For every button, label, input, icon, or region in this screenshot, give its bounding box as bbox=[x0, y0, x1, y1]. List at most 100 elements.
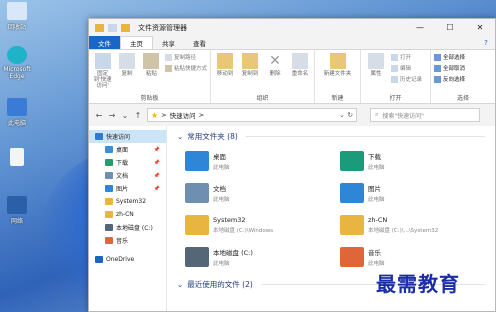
open-button[interactable]: 打开 bbox=[391, 53, 422, 61]
folder-icon bbox=[185, 150, 209, 171]
paste-shortcut-icon bbox=[164, 64, 172, 72]
ribbon-group-select: 全部选择 全部取消 反向选择 选择 bbox=[431, 50, 495, 103]
tab-share[interactable]: 共享 bbox=[153, 36, 184, 49]
rename-button[interactable]: 重命名 bbox=[289, 53, 311, 93]
desktop-icon-network[interactable]: 网络 bbox=[0, 196, 34, 225]
frequent-folders-grid: 桌面 此电脑 下载 此电脑 文档 此电脑 图片 此电脑 System32 本地磁盘 (C:)\Wi… bbox=[177, 142, 485, 278]
desktop-icon-recycle-bin[interactable]: 回收站 bbox=[0, 2, 34, 31]
copy-button[interactable]: 复制 bbox=[116, 53, 137, 93]
folder-location: 此电脑 bbox=[368, 164, 385, 171]
folder-icon bbox=[105, 146, 113, 153]
new-folder-button[interactable]: 新建文件夹 bbox=[322, 53, 354, 93]
sidebar-item-label: System32 bbox=[116, 198, 147, 205]
edit-button[interactable]: 编辑 bbox=[391, 64, 422, 72]
edit-icon bbox=[391, 64, 398, 72]
move-to-icon bbox=[217, 53, 233, 69]
sidebar-item[interactable]: 本地磁盘 (C:) bbox=[89, 221, 166, 234]
invert-selection-button[interactable]: 反向选择 bbox=[434, 75, 465, 83]
sidebar-item-label: 音乐 bbox=[116, 238, 129, 245]
frequent-folders-header[interactable]: ⌄ 常用文件夹 (8) bbox=[177, 130, 485, 142]
folder-icon bbox=[340, 182, 364, 203]
maximize-button[interactable]: ☐ bbox=[435, 19, 465, 36]
sidebar-item[interactable]: 音乐 bbox=[89, 234, 166, 247]
address-box[interactable]: ★ > 快速访问 > ⌄ ↻ bbox=[147, 108, 357, 122]
folder-tile[interactable]: zh-CN 本地磁盘 (C:)\...\System32 bbox=[340, 211, 485, 238]
help-button[interactable]: ? bbox=[477, 36, 495, 49]
minimize-button[interactable]: — bbox=[405, 19, 435, 36]
sidebar-item[interactable]: 文档 📌 bbox=[89, 169, 166, 182]
search-input[interactable]: ⌕ 搜索"快速访问" bbox=[370, 108, 480, 122]
copy-to-button[interactable]: 复制到 bbox=[239, 53, 261, 93]
sidebar-item-label: 文档 bbox=[116, 173, 129, 180]
copy-path-icon bbox=[164, 53, 172, 61]
properties-icon[interactable] bbox=[108, 23, 117, 32]
sidebar-item[interactable]: OneDrive bbox=[89, 253, 166, 266]
sidebar-item[interactable]: 快速访问 bbox=[89, 130, 166, 143]
sidebar-item[interactable]: System32 bbox=[89, 195, 166, 208]
recent-files-title: 最近使用的文件 (2) bbox=[187, 279, 253, 289]
select-all-button[interactable]: 全部选择 bbox=[434, 53, 465, 61]
history-label: 历史记录 bbox=[400, 77, 423, 83]
desktop-icon-computer[interactable]: 此电脑 bbox=[0, 98, 34, 127]
quick-access-toolbar bbox=[89, 23, 130, 32]
folder-tile[interactable]: 桌面 此电脑 bbox=[185, 147, 330, 174]
folder-location: 此电脑 bbox=[368, 260, 385, 267]
folder-icon bbox=[340, 214, 364, 235]
paste-button[interactable]: 粘贴 bbox=[141, 53, 162, 93]
folder-tile[interactable]: 音乐 此电脑 bbox=[340, 243, 485, 270]
pin-label: 固定到'快速访问' bbox=[93, 71, 112, 90]
folder-tile[interactable]: 图片 此电脑 bbox=[340, 179, 485, 206]
new-folder-icon[interactable] bbox=[121, 23, 130, 32]
recent-locations-chevron-icon[interactable]: ⌄ bbox=[121, 111, 129, 120]
tab-file[interactable]: 文件 bbox=[89, 36, 120, 49]
sidebar-item[interactable]: 桌面 📌 bbox=[89, 143, 166, 156]
folder-icon bbox=[185, 182, 209, 203]
paste-shortcut-button[interactable]: 粘贴快捷方式 bbox=[164, 64, 207, 72]
tab-view[interactable]: 查看 bbox=[184, 36, 215, 49]
sidebar-item-label: 快速访问 bbox=[106, 134, 131, 141]
folder-icon bbox=[185, 214, 209, 235]
copy-path-button[interactable]: 复制路径 bbox=[164, 53, 207, 61]
tab-home[interactable]: 主页 bbox=[120, 36, 153, 49]
search-icon: ⌕ bbox=[375, 111, 379, 118]
up-arrow-icon[interactable]: ↑ bbox=[134, 111, 142, 120]
move-to-button[interactable]: 移动到 bbox=[214, 53, 236, 93]
close-button[interactable]: ✕ bbox=[465, 19, 495, 36]
folder-tile[interactable]: 文档 此电脑 bbox=[185, 179, 330, 206]
folder-icon bbox=[105, 237, 113, 244]
group-label-open: 打开 bbox=[389, 95, 402, 102]
desktop-icon-edge[interactable]: Microsoft Edge bbox=[0, 46, 34, 80]
ribbon-group-organize: 移动到 复制到 ✕ 删除 重命名 组织 bbox=[211, 50, 315, 103]
delete-label: 删除 bbox=[269, 71, 281, 77]
pin-icon: 📌 bbox=[153, 185, 160, 192]
desktop-icon-document[interactable] bbox=[0, 148, 34, 168]
collapse-chevron-icon: ⌄ bbox=[177, 131, 184, 141]
folder-icon bbox=[185, 246, 209, 267]
sidebar-item[interactable]: 下载 📌 bbox=[89, 156, 166, 169]
address-dropdown-chevron-icon[interactable]: ⌄ bbox=[339, 111, 344, 119]
folder-tile[interactable]: System32 本地磁盘 (C:)\Windows bbox=[185, 211, 330, 238]
properties-button[interactable]: 属性 bbox=[364, 53, 388, 93]
group-label-organize: 组织 bbox=[256, 95, 269, 102]
paste-shortcut-label: 粘贴快捷方式 bbox=[173, 66, 207, 72]
folder-name: 文档 bbox=[213, 184, 226, 193]
desktop-icon-label: 网络 bbox=[10, 218, 23, 225]
folder-icon bbox=[105, 198, 113, 205]
folder-tile[interactable]: 本地磁盘 (C:) 此电脑 bbox=[185, 243, 330, 270]
folder-tile[interactable]: 下载 此电脑 bbox=[340, 147, 485, 174]
address-path: 快速访问 bbox=[169, 112, 196, 120]
history-button[interactable]: 历史记录 bbox=[391, 75, 422, 83]
delete-button[interactable]: ✕ 删除 bbox=[264, 53, 286, 93]
ribbon-group-clipboard: 固定到'快速访问' 复制 粘贴 复制路径 粘贴快捷方式 剪贴板 bbox=[89, 50, 211, 103]
pin-quick-access-button[interactable]: 固定到'快速访问' bbox=[92, 53, 113, 93]
ribbon-group-new: 新建文件夹 新建 bbox=[315, 50, 361, 103]
sidebar-item[interactable]: zh-CN bbox=[89, 208, 166, 221]
copy-icon bbox=[118, 53, 135, 69]
forward-arrow-icon[interactable]: → bbox=[108, 111, 116, 120]
sidebar-item[interactable]: 图片 📌 bbox=[89, 182, 166, 195]
address-separator: > bbox=[161, 111, 167, 119]
refresh-icon[interactable]: ↻ bbox=[348, 111, 353, 119]
back-arrow-icon[interactable]: ← bbox=[95, 111, 103, 120]
select-none-button[interactable]: 全部取消 bbox=[434, 64, 465, 72]
folder-icon bbox=[105, 224, 113, 231]
